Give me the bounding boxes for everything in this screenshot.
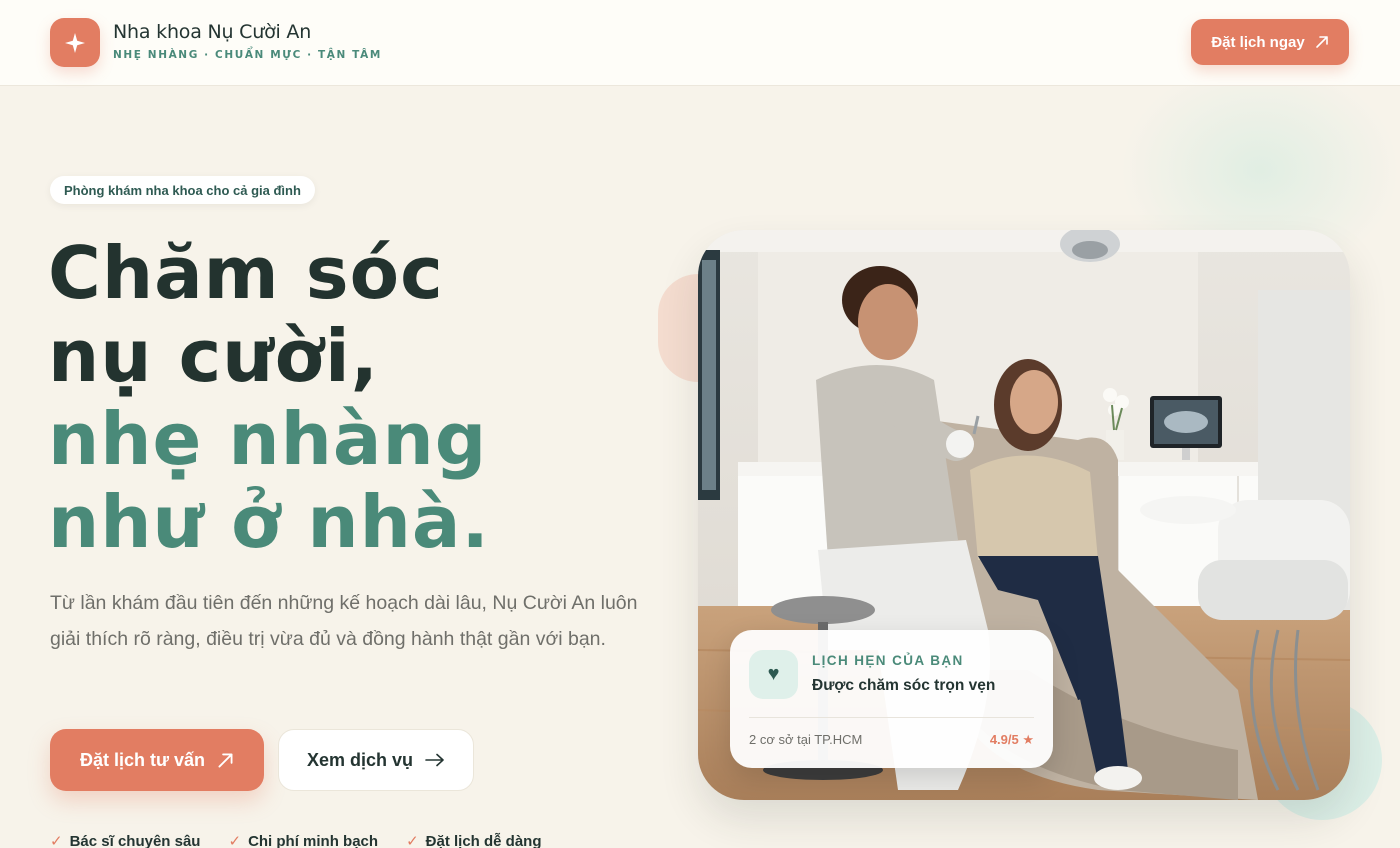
- arrow-up-right-icon: [218, 753, 233, 767]
- rating-badge: 4.9/5 ★: [989, 732, 1034, 747]
- appointment-title: Được chăm sóc trọn vẹn: [812, 677, 996, 694]
- clinic-locations: 2 cơ sở tại TP.HCM: [749, 732, 863, 747]
- book-now-button[interactable]: Đặt lịch ngay: [1191, 19, 1349, 65]
- view-services-label: Xem dịch vụ: [306, 749, 414, 770]
- heart-icon: ♥: [749, 650, 798, 699]
- arrow-right-icon: [425, 753, 444, 767]
- view-services-button[interactable]: Xem dịch vụ: [278, 729, 474, 791]
- book-consultation-label: Đặt lịch tư vấn: [79, 749, 206, 770]
- check-item-label: Chi phí minh bạch: [248, 832, 379, 848]
- check-icon: ✓: [228, 833, 242, 848]
- appointment-label: LỊCH HẸN CỦA BẠN: [812, 653, 964, 668]
- headline-line-3: nhẹ nhàng: [48, 397, 488, 481]
- headline-line-2: nụ cười,: [48, 314, 380, 398]
- check-icon: ✓: [406, 833, 419, 848]
- hero-badge: Phòng khám nha khoa cho cả gia đình: [50, 176, 315, 204]
- hero-headline: Chăm sóc nụ cười, nhẹ nhàng như ở nhà.: [48, 232, 490, 564]
- check-item: ✓ Bác sĩ chuyên sâu: [50, 832, 200, 848]
- divider: [749, 717, 1034, 718]
- logo[interactable]: [50, 18, 100, 67]
- check-item-label: Bác sĩ chuyên sâu: [69, 832, 201, 848]
- brand-tagline: NHẸ NHÀNG · CHUẨN MỰC · TẬN TÂM: [113, 49, 382, 61]
- brand-name[interactable]: Nha khoa Nụ Cười An: [113, 21, 311, 43]
- site-header: Nha khoa Nụ Cười An NHẸ NHÀNG · CHUẨN MỰ…: [0, 0, 1400, 86]
- check-icon: ✓: [50, 833, 63, 848]
- check-item-label: Đặt lịch dễ dàng: [425, 832, 542, 848]
- book-consultation-button[interactable]: Đặt lịch tư vấn: [50, 729, 264, 791]
- hero-lead-text: Từ lần khám đầu tiên đến những kế hoạch …: [50, 592, 638, 650]
- arrow-up-right-icon: [1315, 36, 1328, 48]
- sparkle-icon: [65, 32, 85, 53]
- check-item: ✓ Chi phí minh bạch: [228, 832, 378, 848]
- feature-checklist: ✓ Bác sĩ chuyên sâu ✓ Chi phí minh bạch …: [50, 832, 542, 848]
- check-item: ✓ Đặt lịch dễ dàng: [406, 832, 541, 848]
- book-now-label: Đặt lịch ngay: [1211, 33, 1305, 51]
- headline-line-4: như ở nhà.: [48, 480, 490, 564]
- headline-line-1: Chăm sóc: [48, 231, 444, 315]
- appointment-card[interactable]: ♥ LỊCH HẸN CỦA BẠN Được chăm sóc trọn vẹ…: [730, 630, 1053, 768]
